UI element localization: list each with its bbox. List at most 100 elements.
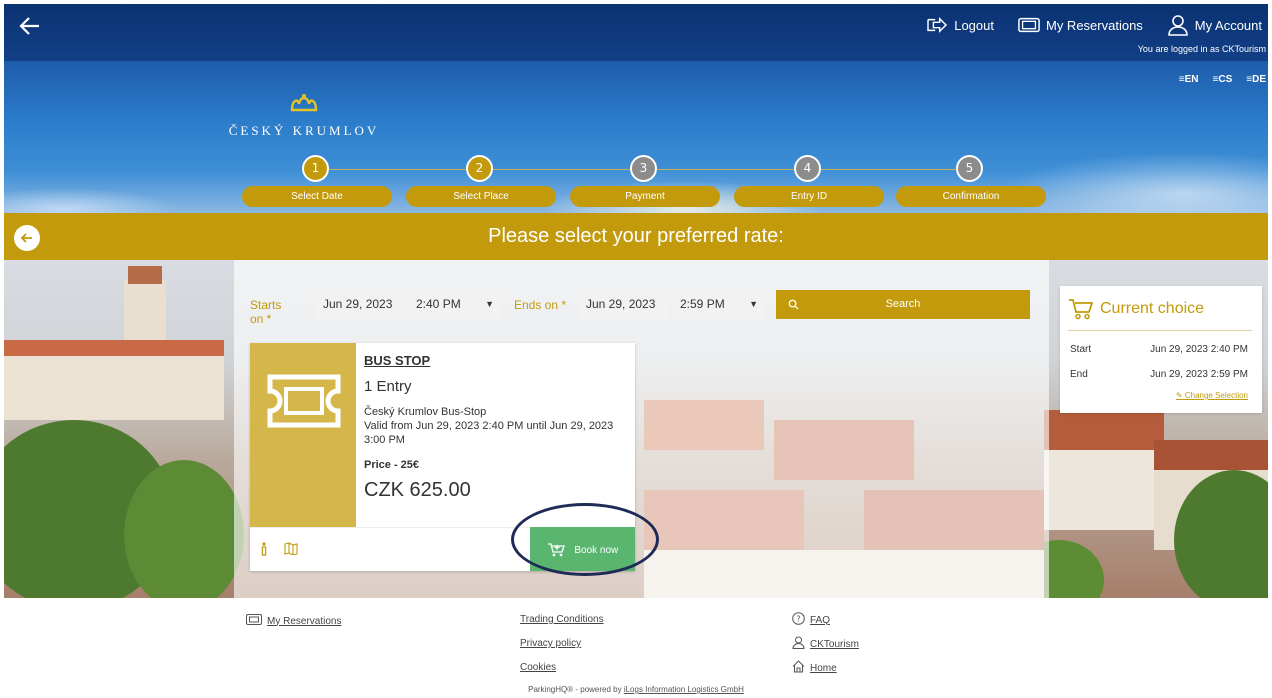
step-label: Confirmation — [896, 186, 1046, 207]
choice-end-label: End — [1070, 369, 1088, 380]
rate-description: Český Krumlov Bus-Stop Valid from Jun 29… — [364, 405, 628, 447]
cart-icon — [547, 541, 569, 556]
language-de[interactable]: ≡DE — [1246, 74, 1266, 85]
step-select-place: 2 Select Place — [406, 154, 556, 210]
step-select-date: 1 Select Date — [242, 154, 392, 210]
powered-company-link[interactable]: iLogs Information Logistics GmbH — [624, 685, 744, 694]
progress-steps: 1 Select Date 2 Select Place 3 Payment 4… — [242, 154, 1046, 210]
choice-end-row: End Jun 29, 2023 2:59 PM — [1070, 369, 1248, 380]
step-entry-id: 4 Entry ID — [734, 154, 884, 210]
svg-text:?: ? — [796, 615, 800, 624]
price-value: CZK 625.00 — [364, 479, 471, 501]
rate-validity: Valid from Jun 29, 2023 2:40 PM until Ju… — [364, 420, 614, 446]
crown-logo-icon — [224, 92, 384, 119]
price-label: Price - 25€ — [364, 459, 420, 471]
pencil-icon: ✎ — [1175, 391, 1183, 400]
end-time-select[interactable]: 2:59 PM ▼ — [672, 290, 766, 319]
trading-conditions-link[interactable]: Trading Conditions — [520, 614, 604, 625]
start-date-input[interactable]: Jun 29, 2023 — [315, 290, 407, 319]
step-confirmation: 5 Confirmation — [896, 154, 1046, 210]
ticket-icon — [267, 374, 341, 428]
cookies-link[interactable]: Cookies — [520, 662, 556, 673]
rate-card: BUS STOP 1 Entry Český Krumlov Bus-Stop … — [250, 343, 635, 571]
choice-start-row: Start Jun 29, 2023 2:40 PM — [1070, 344, 1248, 355]
step-label: Select Place — [406, 186, 556, 207]
rate-thumbnail — [250, 343, 356, 527]
chevron-down-icon: ▼ — [749, 299, 758, 309]
rate-location: Český Krumlov Bus-Stop — [364, 406, 487, 418]
brand-name: ČESKÝ KRUMLOV — [228, 123, 380, 138]
account-link[interactable]: CKTourism — [792, 636, 859, 652]
language-cs[interactable]: ≡CS — [1213, 74, 1233, 85]
chevron-down-icon: ▼ — [485, 299, 494, 309]
step-number: 1 — [302, 155, 329, 182]
choice-start-value: Jun 29, 2023 2:40 PM — [1150, 344, 1248, 355]
faq-label: FAQ — [810, 614, 831, 626]
privacy-policy-link[interactable]: Privacy policy — [520, 638, 581, 649]
step-label: Select Date — [242, 186, 392, 207]
ticket-icon — [1018, 17, 1040, 33]
change-selection-link[interactable]: ✎ Change Selection — [1176, 391, 1248, 400]
user-icon — [1167, 15, 1188, 36]
my-account-link[interactable]: My Account — [1167, 14, 1262, 36]
step-number: 5 — [956, 155, 983, 182]
logout-icon — [927, 16, 948, 34]
home-icon — [792, 660, 805, 676]
current-choice-title: Current choice — [1100, 300, 1205, 317]
footer: My Reservations Trading Conditions Priva… — [4, 598, 1268, 698]
my-reservations-link[interactable]: My Reservations — [1018, 16, 1143, 34]
date-filter: Starts on * Jun 29, 2023 2:40 PM ▼ Ends … — [250, 289, 1030, 329]
search-label: Search — [885, 298, 921, 310]
rate-banner: Please select your preferred rate: — [4, 213, 1268, 260]
my-reservations-label: My Reservations — [1045, 17, 1143, 33]
top-navigation: Logout My Reservations My Account — [926, 14, 1262, 36]
back-arrow-icon[interactable] — [18, 14, 44, 40]
rate-details: BUS STOP 1 Entry Český Krumlov Bus-Stop … — [364, 353, 628, 502]
powered-prefix: ParkingHQ® - powered by — [528, 685, 624, 694]
brand-logo: ČESKÝ KRUMLOV — [224, 92, 384, 139]
language-en[interactable]: ≡EN — [1179, 74, 1199, 85]
start-time-select[interactable]: 2:40 PM ▼ — [408, 290, 502, 319]
my-account-label: My Account — [1194, 17, 1262, 33]
start-time-value: 2:40 PM — [416, 297, 461, 311]
home-label: Home — [810, 662, 837, 674]
search-icon — [788, 290, 799, 322]
footer-my-reservations-label: My Reservations — [267, 615, 342, 627]
question-circle-icon: ? — [792, 612, 805, 628]
step-number: 4 — [794, 155, 821, 182]
current-choice-header: Current choice — [1068, 298, 1204, 320]
end-time-value: 2:59 PM — [680, 297, 725, 311]
ends-on-label: Ends on * — [514, 298, 567, 312]
divider — [1068, 330, 1252, 331]
logged-in-text: You are logged in as CKTourism — [1137, 44, 1266, 54]
footer-my-reservations-link[interactable]: My Reservations — [246, 614, 341, 628]
ticket-icon — [246, 614, 262, 628]
logout-label: Logout — [954, 17, 994, 33]
logout-link[interactable]: Logout — [926, 16, 994, 34]
map-icon[interactable] — [284, 542, 298, 559]
user-icon — [792, 636, 805, 652]
choice-start-label: Start — [1070, 344, 1092, 355]
current-choice-panel: Current choice Start Jun 29, 2023 2:40 P… — [1060, 286, 1262, 413]
cart-icon — [1069, 299, 1094, 320]
step-number: 2 — [466, 155, 493, 182]
home-link[interactable]: Home — [792, 660, 837, 676]
step-label: Payment — [570, 186, 720, 207]
step-payment: 3 Payment — [570, 154, 720, 210]
account-label: CKTourism — [810, 638, 859, 650]
banner-title: Please select your preferred rate: — [488, 225, 784, 247]
choice-end-value: Jun 29, 2023 2:59 PM — [1150, 369, 1248, 380]
rate-quantity: 1 Entry — [364, 378, 412, 395]
top-bar: Logout My Reservations My Account You ar… — [4, 4, 1268, 61]
powered-by-text: ParkingHQ® - powered by iLogs Informatio… — [4, 685, 1268, 694]
starts-on-label: Starts on * — [250, 298, 282, 326]
hero-header: Logout My Reservations My Account You ar… — [4, 4, 1268, 213]
step-number: 3 — [630, 155, 657, 182]
book-now-button[interactable]: Book now — [530, 527, 635, 571]
step-label: Entry ID — [734, 186, 884, 207]
faq-link[interactable]: ? FAQ — [792, 612, 830, 628]
end-date-input[interactable]: Jun 29, 2023 — [578, 290, 670, 319]
search-button[interactable]: Search — [776, 290, 1030, 319]
rate-name[interactable]: BUS STOP — [364, 353, 628, 368]
info-icon[interactable] — [260, 542, 268, 560]
